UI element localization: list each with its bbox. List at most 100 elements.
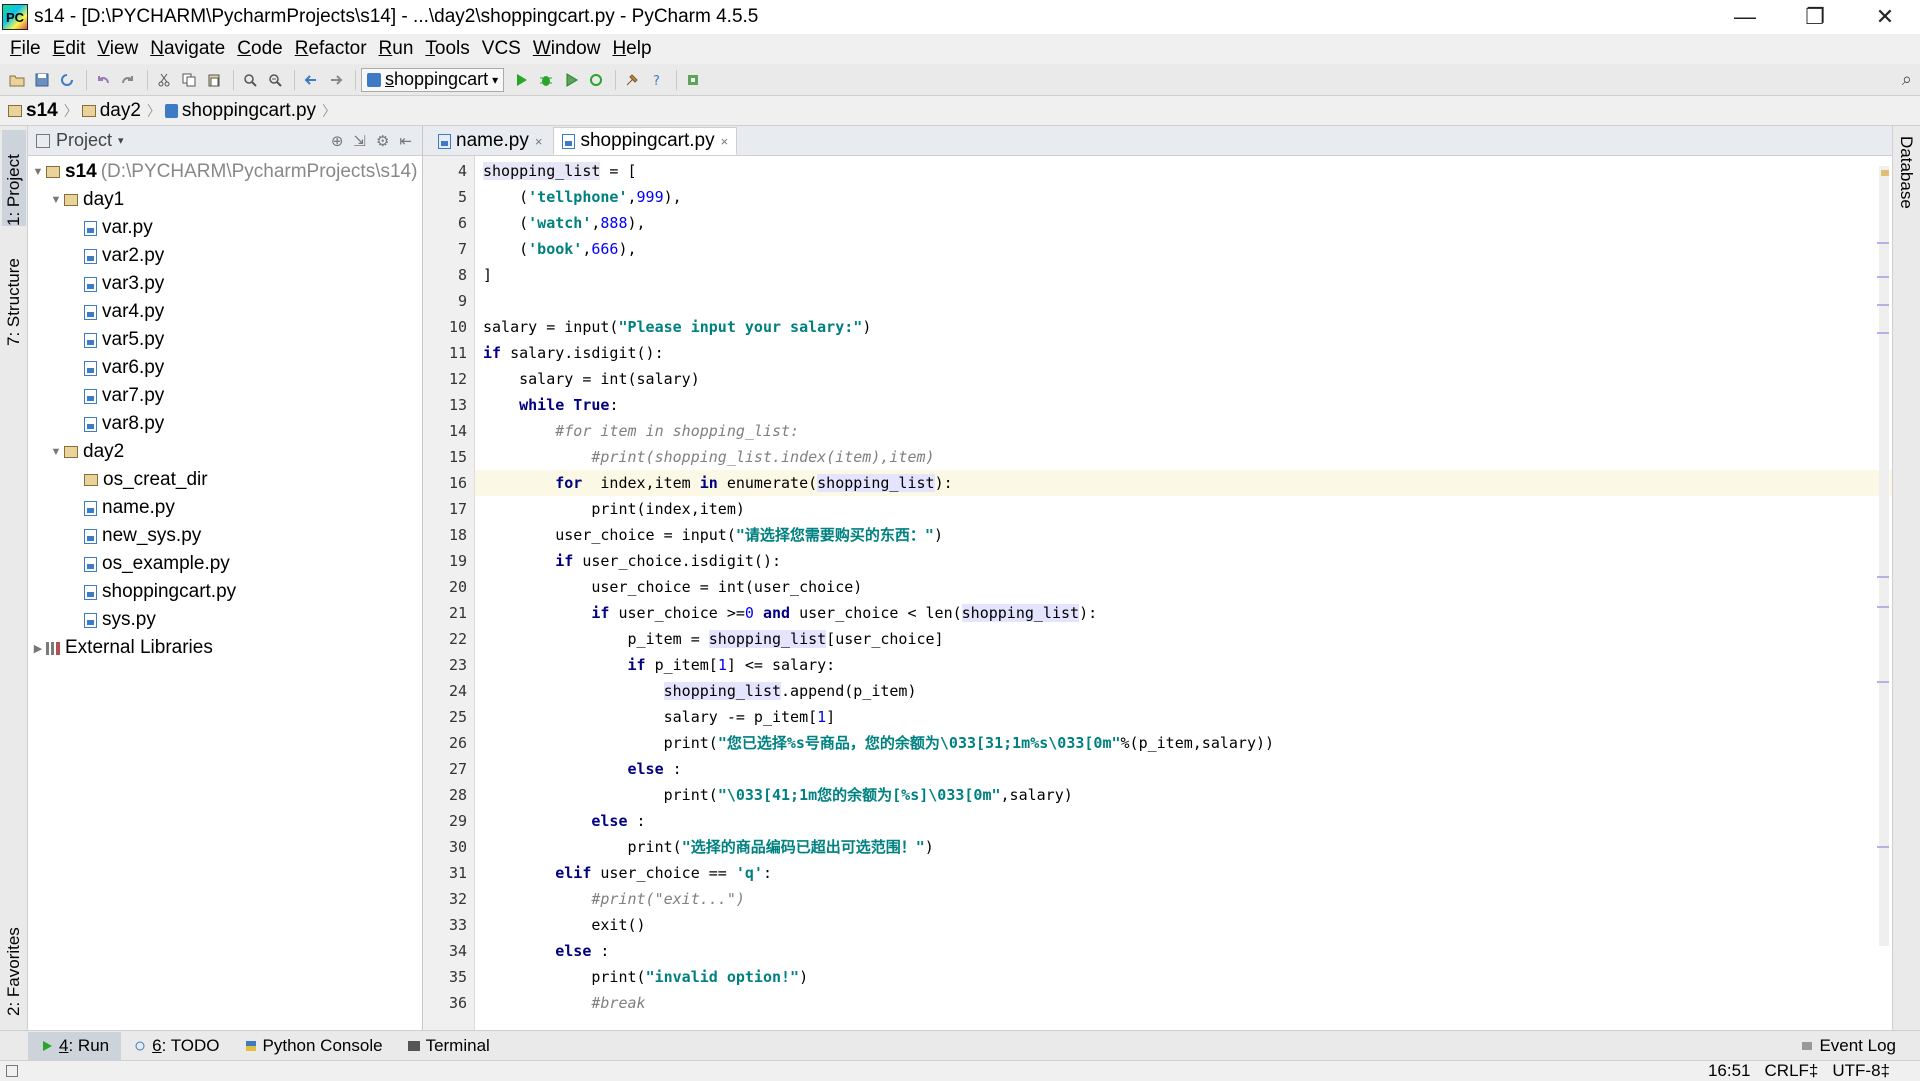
close-button[interactable]: ✕ bbox=[1850, 0, 1920, 34]
tree-file[interactable]: var7.py bbox=[28, 382, 422, 410]
error-stripe-mark[interactable] bbox=[1877, 576, 1889, 578]
tree-folder-day1[interactable]: ▼ day1 bbox=[28, 186, 422, 214]
tab-structure[interactable]: 7: Structure bbox=[2, 246, 26, 346]
line-number: 13 bbox=[448, 396, 467, 414]
minimize-button[interactable]: — bbox=[1710, 0, 1780, 34]
editor-scrollbar[interactable] bbox=[1879, 166, 1889, 946]
menu-window[interactable]: Window bbox=[527, 38, 607, 60]
menu-help[interactable]: Help bbox=[606, 38, 657, 60]
tree-file[interactable]: var5.py bbox=[28, 326, 422, 354]
tab-todo[interactable]: 6: TODO bbox=[121, 1032, 231, 1060]
forward-icon[interactable] bbox=[325, 69, 347, 91]
tree-file[interactable]: name.py bbox=[28, 494, 422, 522]
redo-icon[interactable] bbox=[117, 69, 139, 91]
tab-project[interactable]: 1: Project bbox=[2, 130, 26, 226]
help-icon[interactable]: ? bbox=[646, 69, 668, 91]
tab-event-log[interactable]: Event Log bbox=[1788, 1032, 1908, 1060]
close-tab-icon[interactable]: × bbox=[721, 134, 729, 149]
tree-file[interactable]: sys.py bbox=[28, 606, 422, 634]
sync-icon[interactable] bbox=[56, 69, 78, 91]
tree-file[interactable]: var4.py bbox=[28, 298, 422, 326]
tree-external-libraries[interactable]: ▶ External Libraries bbox=[28, 634, 422, 662]
gear-icon[interactable]: ⚙ bbox=[376, 132, 389, 150]
run-icon[interactable] bbox=[510, 69, 532, 91]
code-area[interactable]: shopping_list = [ ('tellphone',999), ('w… bbox=[475, 156, 1892, 1030]
chevron-down-icon[interactable]: ▾ bbox=[118, 134, 124, 147]
tree-file[interactable]: var3.py bbox=[28, 270, 422, 298]
line-number-gutter[interactable]: 4 5 6 7 8 9 10 11 12 13 14 15 16 17 18 1… bbox=[423, 156, 475, 1030]
settings-icon[interactable] bbox=[621, 69, 643, 91]
tree-file[interactable]: var6.py bbox=[28, 354, 422, 382]
undo-icon[interactable] bbox=[92, 69, 114, 91]
breadcrumb-root[interactable]: s14 〉 bbox=[8, 100, 78, 122]
tab-database[interactable]: Database bbox=[1896, 136, 1916, 209]
tree-file[interactable]: os_example.py bbox=[28, 550, 422, 578]
expand-toggle-icon[interactable]: ▼ bbox=[48, 194, 64, 206]
project-view-select[interactable]: Project bbox=[56, 130, 112, 151]
error-stripe-mark[interactable] bbox=[1877, 332, 1889, 334]
menu-navigate[interactable]: Navigate bbox=[144, 38, 231, 60]
caret-position[interactable]: 16:51 bbox=[1708, 1061, 1751, 1081]
debug-icon[interactable] bbox=[535, 69, 557, 91]
profile-icon[interactable] bbox=[585, 69, 607, 91]
error-stripe-mark[interactable] bbox=[1877, 242, 1889, 244]
collapse-all-icon[interactable]: ⇲ bbox=[353, 132, 366, 150]
tree-folder-day2[interactable]: ▼ day2 bbox=[28, 438, 422, 466]
tree-file[interactable]: var2.py bbox=[28, 242, 422, 270]
vcs-icon[interactable] bbox=[682, 69, 704, 91]
tree-folder[interactable]: os_creat_dir bbox=[28, 466, 422, 494]
menu-vcs[interactable]: VCS bbox=[476, 38, 527, 60]
error-stripe-mark[interactable] bbox=[1877, 681, 1889, 683]
python-file-icon bbox=[84, 584, 97, 600]
breadcrumb-file[interactable]: shoppingcart.py 〉 bbox=[164, 100, 336, 122]
search-everywhere-icon[interactable]: ⌕ bbox=[1902, 69, 1912, 90]
find-icon[interactable] bbox=[239, 69, 261, 91]
close-tab-icon[interactable]: × bbox=[535, 134, 543, 149]
inspection-status-icon[interactable] bbox=[1881, 170, 1889, 176]
expand-toggle-icon[interactable]: ▼ bbox=[30, 166, 46, 178]
tree-file[interactable]: new_sys.py bbox=[28, 522, 422, 550]
expand-toggle-icon[interactable]: ▶ bbox=[30, 642, 46, 655]
paste-icon[interactable] bbox=[203, 69, 225, 91]
tab-favorites[interactable]: 2: Favorites bbox=[2, 916, 26, 1016]
tab-run[interactable]: 4: Run bbox=[28, 1031, 122, 1060]
replace-icon[interactable] bbox=[264, 69, 286, 91]
expand-toggle-icon[interactable]: ▼ bbox=[48, 446, 64, 458]
tab-name-py[interactable]: name.py × bbox=[429, 127, 551, 155]
back-icon[interactable] bbox=[300, 69, 322, 91]
tab-shoppingcart-py[interactable]: shoppingcart.py × bbox=[553, 127, 738, 155]
code-line: shopping_list.append(p_item) bbox=[663, 682, 917, 700]
code-line: ] bbox=[483, 266, 493, 284]
menu-run[interactable]: Run bbox=[373, 38, 420, 60]
tab-terminal[interactable]: Terminal bbox=[395, 1032, 502, 1060]
line-separator-select[interactable]: CRLF‡ bbox=[1765, 1061, 1819, 1081]
tree-root[interactable]: ▼ s14 (D:\PYCHARM\PycharmProjects\s14) bbox=[28, 158, 422, 186]
run-coverage-icon[interactable] bbox=[560, 69, 582, 91]
tree-file[interactable]: var.py bbox=[28, 214, 422, 242]
restore-button[interactable]: ❐ bbox=[1780, 0, 1850, 34]
save-icon[interactable] bbox=[31, 69, 53, 91]
tab-python-console[interactable]: Python Console bbox=[232, 1032, 395, 1060]
error-stripe-mark[interactable] bbox=[1877, 304, 1889, 306]
menu-file[interactable]: File bbox=[4, 38, 47, 60]
breadcrumb-folder[interactable]: day2 〉 bbox=[81, 100, 161, 122]
tree-file[interactable]: var8.py bbox=[28, 410, 422, 438]
hide-panel-icon[interactable]: ⇤ bbox=[399, 132, 412, 150]
scroll-from-source-icon[interactable]: ⊕ bbox=[331, 132, 344, 150]
encoding-select[interactable]: UTF-8‡ bbox=[1832, 1061, 1890, 1081]
cut-icon[interactable] bbox=[153, 69, 175, 91]
run-configuration-select[interactable]: s hoppingcart ▾ bbox=[361, 67, 505, 92]
copy-icon[interactable] bbox=[178, 69, 200, 91]
error-stripe-mark[interactable] bbox=[1877, 606, 1889, 608]
open-folder-icon[interactable] bbox=[6, 69, 28, 91]
menu-edit[interactable]: Edit bbox=[47, 38, 92, 60]
error-stripe-mark[interactable] bbox=[1877, 276, 1889, 278]
menu-code[interactable]: Code bbox=[231, 38, 288, 60]
menu-view[interactable]: View bbox=[91, 38, 144, 60]
menu-tools[interactable]: Tools bbox=[419, 38, 475, 60]
tree-file[interactable]: shoppingcart.py bbox=[28, 578, 422, 606]
error-stripe-mark[interactable] bbox=[1877, 846, 1889, 848]
menu-refactor[interactable]: Refactor bbox=[289, 38, 373, 60]
line-number: 11 bbox=[448, 344, 467, 362]
toggle-tool-windows-icon[interactable] bbox=[6, 1064, 18, 1077]
